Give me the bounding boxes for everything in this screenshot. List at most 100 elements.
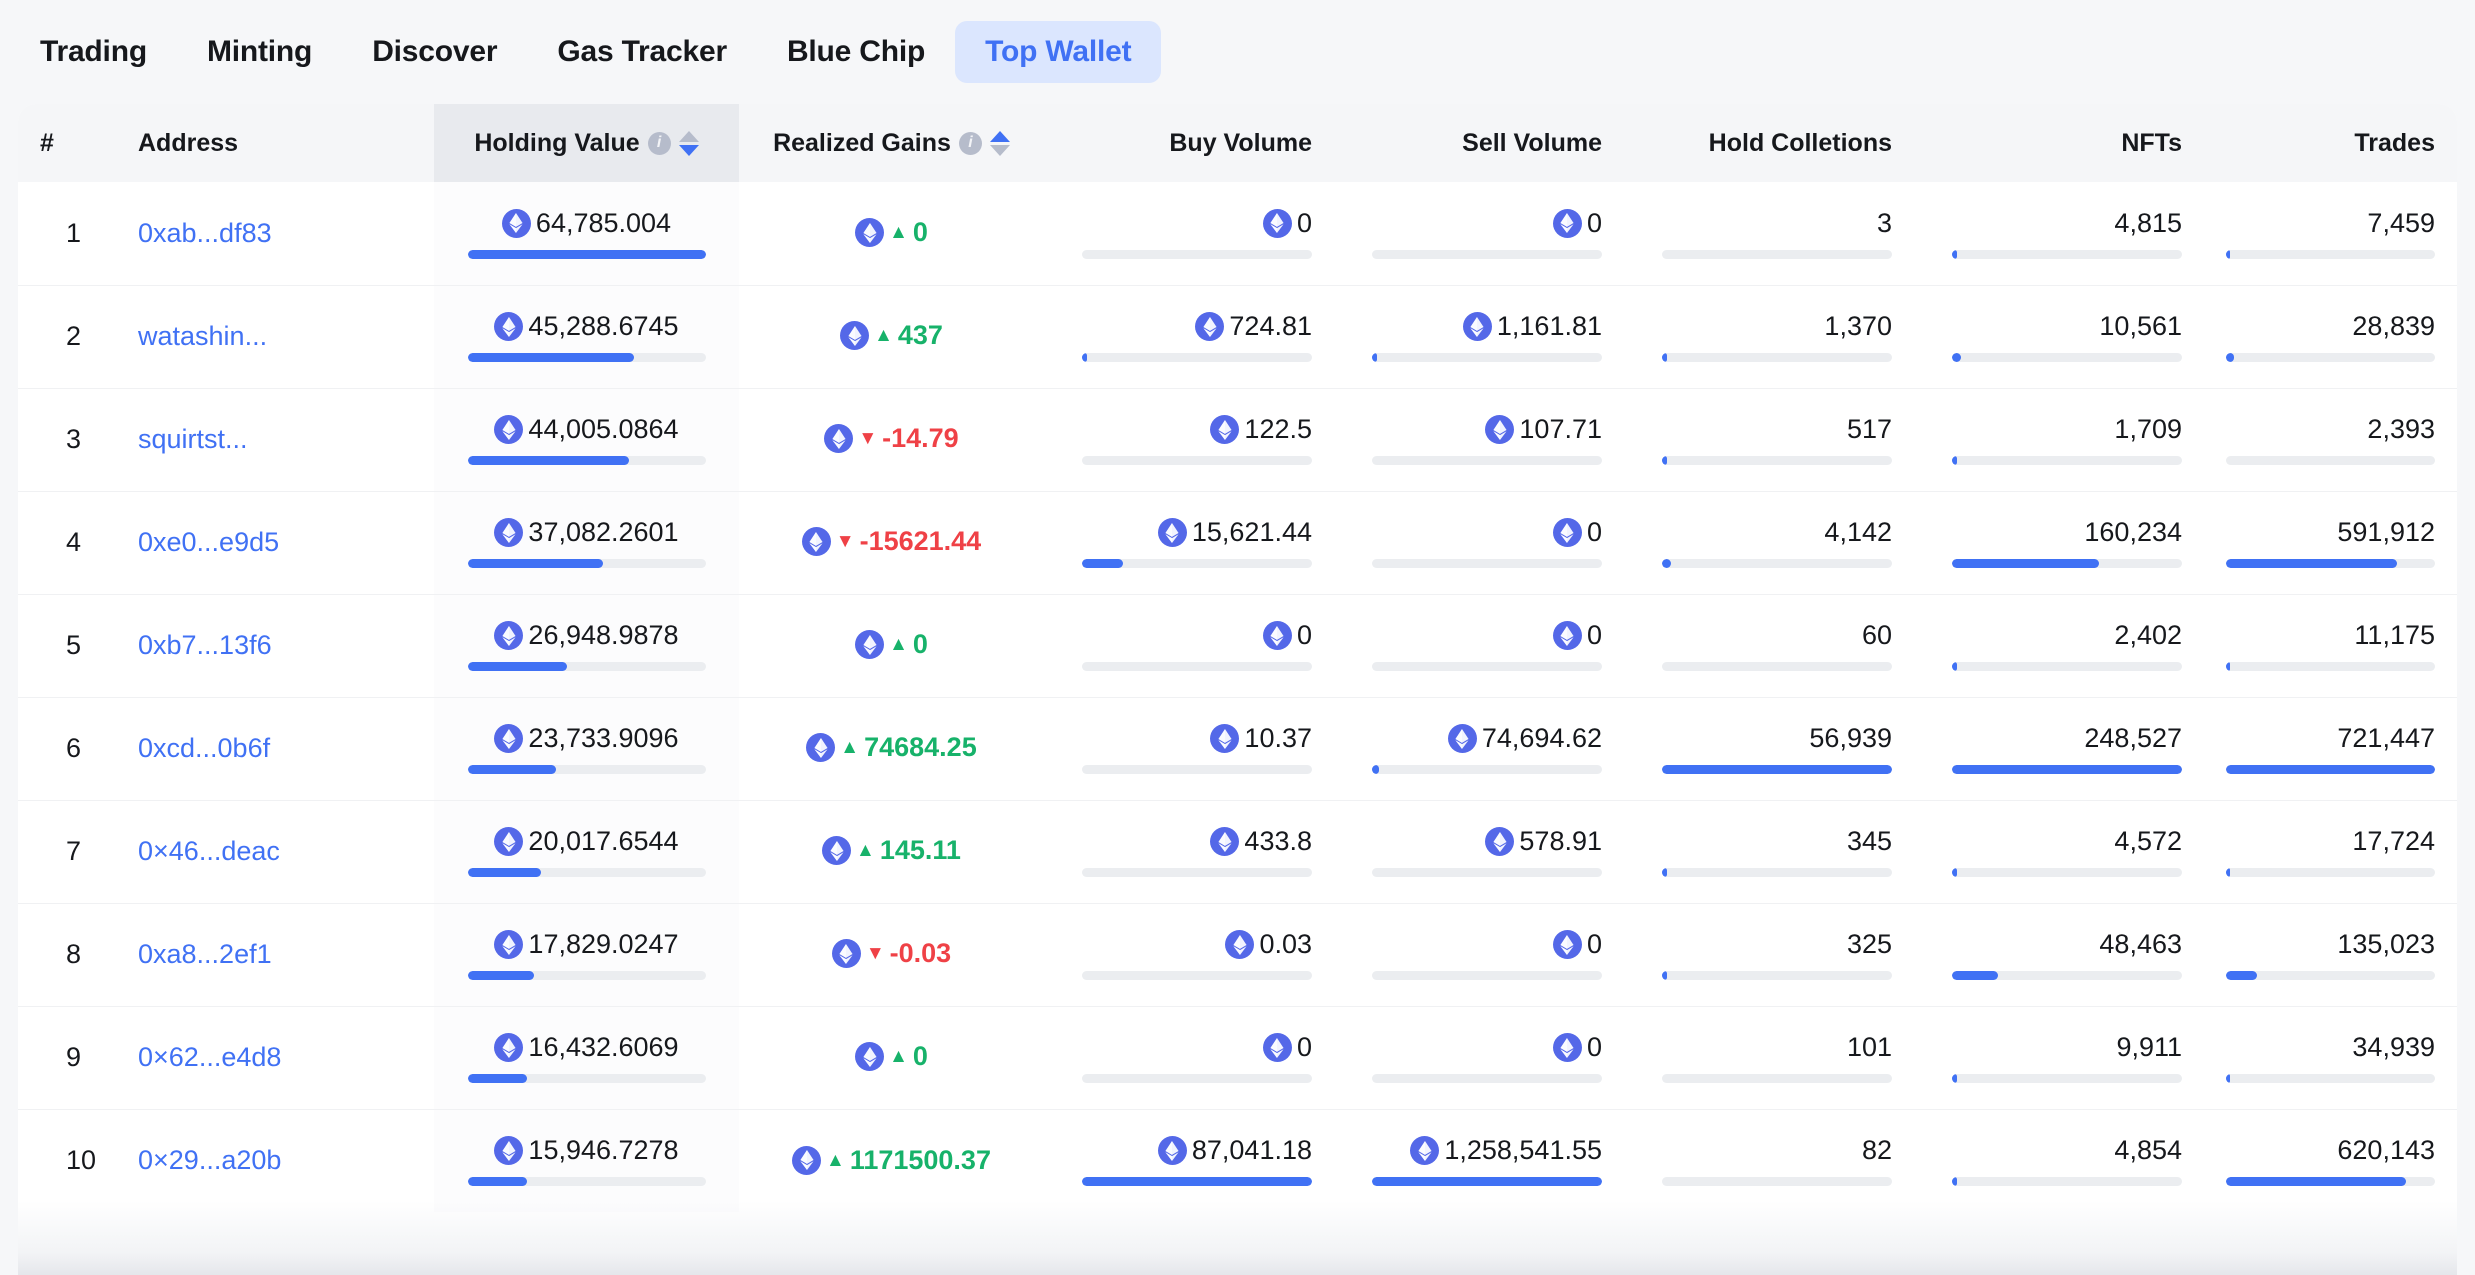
address-link[interactable]: 0xe0...e9d5 bbox=[138, 527, 279, 557]
metric-progress-bar bbox=[1082, 456, 1312, 465]
metric-value: 248,527 bbox=[2084, 723, 2182, 753]
ethereum-coin-icon bbox=[1210, 724, 1240, 753]
metric-progress-fill bbox=[467, 765, 556, 774]
metric-value: 9,911 bbox=[2116, 1032, 2182, 1062]
metric-wrapper: 3 bbox=[1646, 208, 1892, 259]
metric-progress-fill bbox=[2226, 765, 2435, 774]
table-row[interactable]: 4 0xe0...e9d5 37,082.2601 ▼ -15621.44 15,621.… bbox=[18, 490, 2457, 594]
cell-nfts: 4,572 bbox=[1914, 799, 2204, 903]
column-header-sell: Sell Volume bbox=[1334, 104, 1624, 182]
cell-holding: 20,017.6544 bbox=[434, 799, 739, 903]
metric-progress-bar bbox=[2226, 868, 2435, 877]
ethereum-coin-icon bbox=[501, 208, 531, 238]
ethereum-coin-icon bbox=[1262, 208, 1292, 238]
address-link[interactable]: 0xab...df83 bbox=[138, 218, 272, 248]
cell-rank: 7 bbox=[18, 799, 116, 903]
nav-item-top-wallet[interactable]: Top Wallet bbox=[955, 21, 1162, 83]
column-header-gains[interactable]: Realized Gains i bbox=[739, 104, 1044, 182]
gains-value: 437 bbox=[897, 320, 943, 351]
cell-buy: 15,621.44 bbox=[1044, 490, 1334, 594]
gains-value-row: ▲ 74684.25 bbox=[806, 732, 977, 763]
metric-progress-fill bbox=[1372, 765, 1379, 774]
metric-value-row: 3 bbox=[1877, 208, 1892, 239]
metric-value-row: 26,948.9878 bbox=[494, 620, 679, 651]
cell-buy: 433.8 bbox=[1044, 799, 1334, 903]
metric-wrapper: 135,023 bbox=[2226, 929, 2435, 980]
cell-sell: 0 bbox=[1334, 182, 1624, 285]
metric-wrapper: 107.71 bbox=[1356, 414, 1602, 465]
gains-value-row: ▲ 145.11 bbox=[822, 835, 961, 866]
metric-value-row: 135,023 bbox=[2337, 929, 2435, 960]
address-link[interactable]: 0×46...deac bbox=[138, 836, 280, 866]
metric-value-row: 15,946.7278 bbox=[494, 1135, 679, 1166]
info-icon[interactable]: i bbox=[647, 131, 671, 155]
metric-value: 620,143 bbox=[2337, 1135, 2435, 1166]
metric-wrapper: 0 bbox=[1356, 620, 1602, 671]
address-link[interactable]: squirtst... bbox=[138, 424, 248, 454]
metric-progress-bar bbox=[1952, 765, 2182, 774]
table-row[interactable]: 1 0xab...df83 64,785.004 ▲ 0 0 0 3 4,815 7,459 bbox=[18, 182, 2457, 285]
column-header-label: Trades bbox=[2354, 128, 2435, 157]
nav-item-gas-tracker[interactable]: Gas Tracker bbox=[527, 21, 757, 83]
table-row[interactable]: 8 0xa8...2ef1 17,829.0247 ▼ -0.03 0.03 0 325 48,… bbox=[18, 902, 2457, 1006]
metric-wrapper: 60 bbox=[1646, 620, 1892, 671]
cell-holding: 26,948.9878 bbox=[434, 593, 739, 697]
ethereum-coin-icon bbox=[1195, 312, 1225, 341]
cell-gains: ▲ 74684.25 bbox=[739, 696, 1044, 800]
cell-buy: 0 bbox=[1044, 593, 1334, 697]
sort-arrows-icon[interactable] bbox=[989, 130, 1010, 156]
metric-progress-bar bbox=[2226, 456, 2435, 465]
metric-value: 0 bbox=[1586, 1032, 1602, 1062]
metric-wrapper: 10,561 bbox=[1936, 311, 2182, 362]
triangle-up-icon: ▲ bbox=[826, 1149, 845, 1171]
metric-value-row: 10.37 bbox=[1210, 723, 1312, 754]
metric-value: 4,854 bbox=[2114, 1135, 2182, 1166]
cell-buy: 87,041.18 bbox=[1044, 1108, 1334, 1212]
table-row[interactable]: 5 0xb7...13f6 26,948.9878 ▲ 0 0 0 60 2,402 11,175 bbox=[18, 593, 2457, 697]
column-header-rank: # bbox=[18, 104, 116, 182]
cell-address: watashin... bbox=[116, 284, 434, 388]
address-link[interactable]: 0xcd...0b6f bbox=[138, 733, 270, 763]
column-header-inner: NFTs bbox=[2121, 129, 2182, 158]
column-header-holding[interactable]: Holding Value i bbox=[434, 104, 739, 182]
metric-wrapper: 87,041.18 bbox=[1066, 1135, 1312, 1187]
address-link[interactable]: 0xb7...13f6 bbox=[138, 630, 272, 660]
table-row[interactable]: 2 watashin... 45,288.6745 ▲ 437 724.81 1,161.8… bbox=[18, 284, 2457, 388]
metric-wrapper: 26,948.9878 bbox=[456, 620, 717, 671]
table-row[interactable]: 10 0×29...a20b 15,946.7278 ▲ 1171500.37 87,04… bbox=[18, 1108, 2457, 1212]
metric-wrapper: 2,393 bbox=[2226, 414, 2435, 465]
metric-value: 48,463 bbox=[2099, 929, 2182, 959]
table-row[interactable]: 9 0×62...e4d8 16,432.6069 ▲ 0 0 0 101 9,911 34,93… bbox=[18, 1005, 2457, 1109]
table-row[interactable]: 7 0×46...deac 20,017.6544 ▲ 145.11 433.8 578.9… bbox=[18, 799, 2457, 903]
column-header-label: Sell Volume bbox=[1462, 128, 1602, 157]
table-row[interactable]: 6 0xcd...0b6f 23,733.9096 ▲ 74684.25 10.37 74,… bbox=[18, 696, 2457, 800]
address-link[interactable]: 0×62...e4d8 bbox=[138, 1042, 281, 1072]
metric-progress-fill bbox=[2226, 971, 2258, 980]
cell-collections: 1,370 bbox=[1624, 284, 1914, 388]
address-link[interactable]: watashin... bbox=[138, 321, 267, 351]
metric-progress-fill bbox=[1082, 353, 1087, 362]
metric-wrapper: 4,854 bbox=[1936, 1135, 2182, 1187]
metric-progress-bar bbox=[1372, 249, 1602, 259]
metric-value: 74,694.62 bbox=[1481, 723, 1602, 753]
address-link[interactable]: 0×29...a20b bbox=[138, 1145, 281, 1175]
nav-item-blue-chip[interactable]: Blue Chip bbox=[757, 21, 955, 83]
nav-item-trading[interactable]: Trading bbox=[10, 21, 177, 83]
cell-sell: 107.71 bbox=[1334, 387, 1624, 491]
nav-item-minting[interactable]: Minting bbox=[177, 21, 342, 83]
cell-gains: ▼ -15621.44 bbox=[739, 490, 1044, 594]
ethereum-coin-icon bbox=[494, 724, 524, 753]
metric-progress-bar bbox=[1082, 662, 1312, 671]
nav-item-discover[interactable]: Discover bbox=[342, 21, 527, 83]
ethereum-coin-icon bbox=[840, 321, 870, 351]
metric-progress-bar bbox=[1662, 353, 1892, 362]
address-link[interactable]: 0xa8...2ef1 bbox=[138, 939, 272, 969]
table-row[interactable]: 3 squirtst... 44,005.0864 ▼ -14.79 122.5 107.7… bbox=[18, 387, 2457, 491]
cell-trades: 34,939 bbox=[2204, 1005, 2457, 1109]
metric-wrapper: 0 bbox=[1066, 620, 1312, 671]
metric-progress-bar bbox=[467, 765, 706, 774]
sort-arrows-icon[interactable] bbox=[678, 130, 699, 156]
column-header-inner: Sell Volume bbox=[1462, 129, 1602, 158]
info-icon[interactable]: i bbox=[958, 131, 982, 155]
cell-address: 0×62...e4d8 bbox=[116, 1005, 434, 1109]
